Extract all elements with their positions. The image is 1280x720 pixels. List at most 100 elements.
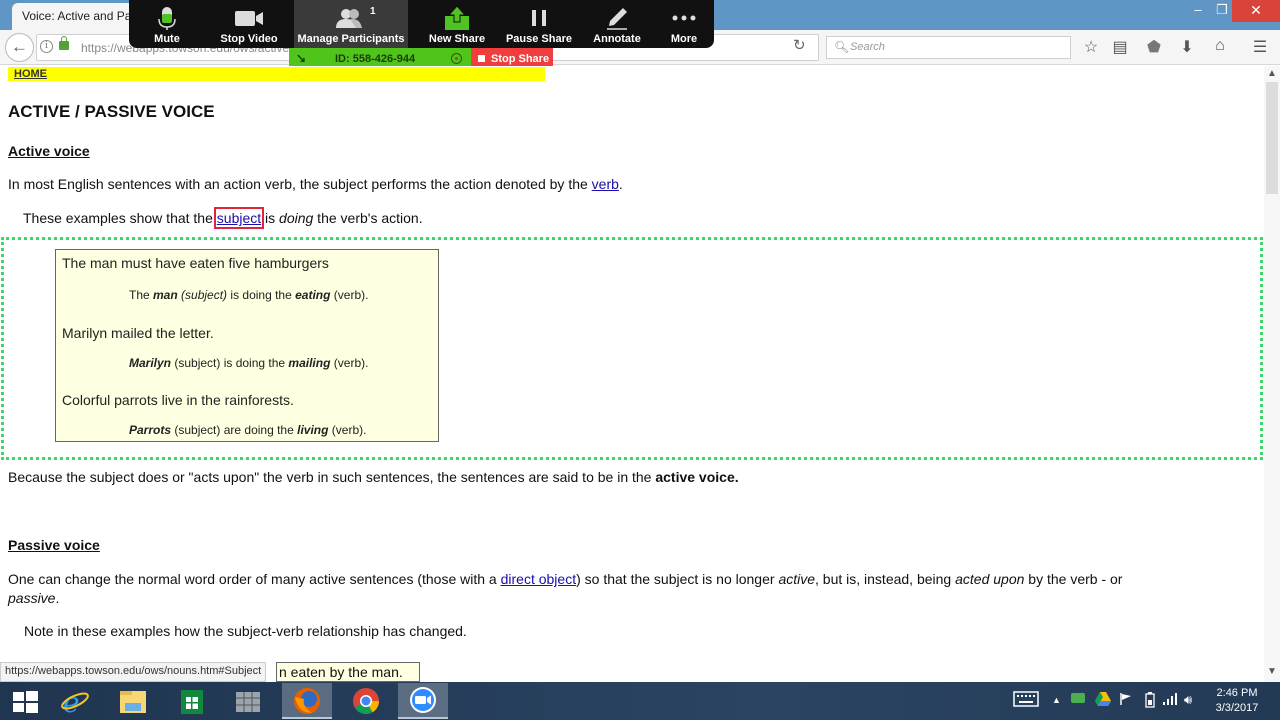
examples-intro-mid: is bbox=[261, 210, 280, 226]
annotate-button[interactable]: Annotate bbox=[587, 0, 647, 48]
show-hidden-icons-chevron-icon[interactable]: ▲ bbox=[1052, 695, 1061, 705]
microphone-icon bbox=[158, 7, 176, 30]
touch-keyboard-icon[interactable] bbox=[1013, 691, 1039, 710]
pause-icon bbox=[532, 10, 546, 26]
more-label: More bbox=[670, 33, 698, 45]
firefox-icon bbox=[294, 688, 320, 714]
svg-text:e: e bbox=[63, 686, 80, 719]
collapse-arrow-icon[interactable]: ↘ bbox=[296, 51, 306, 65]
note-subject-tag: (subject) bbox=[171, 423, 221, 437]
subject-link[interactable]: subject bbox=[213, 207, 265, 229]
taskbar-file-explorer[interactable] bbox=[108, 683, 158, 719]
new-share-label: New Share bbox=[428, 33, 486, 45]
example-note: Marilyn (subject) is doing the mailing (… bbox=[129, 356, 368, 370]
note-verb: living bbox=[297, 423, 329, 437]
share-upload-icon bbox=[445, 6, 469, 30]
windows-taskbar: e ▲ 🔊︎ 2:46 PM 3/3/2017 bbox=[0, 682, 1280, 720]
reload-icon[interactable]: ↻ bbox=[793, 36, 806, 54]
menu-icon[interactable]: ☰ bbox=[1250, 37, 1270, 57]
stop-video-button[interactable]: Stop Video bbox=[215, 0, 283, 48]
examples-intro-text: These examples show that the bbox=[23, 210, 217, 226]
volume-icon[interactable]: 🔊︎ bbox=[1184, 692, 1192, 708]
active-intro-paragraph: In most English sentences with an action… bbox=[8, 176, 623, 192]
reading-list-icon[interactable]: ▤ bbox=[1110, 37, 1130, 57]
pocket-icon[interactable]: ⬟ bbox=[1144, 37, 1164, 57]
ellipsis-icon bbox=[672, 15, 696, 21]
passive-intro-text: One can change the normal word order of … bbox=[8, 571, 501, 587]
taskbar-internet-explorer[interactable]: e bbox=[50, 683, 100, 719]
active-conclusion-paragraph: Because the subject does or "acts upon" … bbox=[8, 469, 739, 485]
examples-intro-paragraph: These examples show that the subject is … bbox=[23, 207, 423, 229]
close-button[interactable]: ✕ bbox=[1232, 0, 1280, 22]
link-status-url: https://webapps.towson.edu/ows/nouns.htm… bbox=[0, 662, 267, 682]
video-camera-icon bbox=[235, 11, 263, 26]
lock-icon bbox=[59, 36, 69, 50]
windows-logo-icon bbox=[13, 691, 38, 713]
tray-app-icon[interactable] bbox=[1071, 692, 1085, 707]
note-post: (verb). bbox=[328, 423, 367, 437]
scroll-down-arrow-icon[interactable]: ▼ bbox=[1264, 666, 1280, 680]
note-verb: mailing bbox=[288, 356, 331, 370]
example-note: The man (subject) is doing the eating (v… bbox=[129, 288, 368, 302]
info-icon[interactable]: i bbox=[40, 40, 53, 53]
stop-square-icon bbox=[478, 55, 485, 62]
passive-intro-text-3: , but is, instead, being bbox=[815, 571, 956, 587]
battery-icon[interactable] bbox=[1145, 692, 1155, 711]
action-center-flag-icon[interactable] bbox=[1119, 692, 1133, 709]
note-subject: man bbox=[153, 288, 178, 302]
chrome-icon bbox=[353, 688, 380, 715]
verb-link[interactable]: verb bbox=[592, 176, 619, 192]
passive-note-paragraph: Note in these examples how the subject-v… bbox=[24, 623, 467, 639]
active-voice-bold: active voice. bbox=[655, 469, 739, 485]
example-sentence: Colorful parrots live in the rainforests… bbox=[62, 392, 294, 408]
taskbar-chrome[interactable] bbox=[341, 683, 391, 719]
web-page-content: HOME ACTIVE / PASSIVE VOICE Active voice… bbox=[0, 66, 1264, 682]
note-subject: Marilyn bbox=[129, 356, 172, 370]
taskbar-firefox[interactable] bbox=[282, 683, 332, 719]
passive-intro-paragraph: One can change the normal word order of … bbox=[8, 571, 1122, 587]
annotate-label: Annotate bbox=[593, 33, 641, 45]
pause-share-button[interactable]: Pause Share bbox=[502, 0, 576, 48]
search-placeholder: Search bbox=[850, 41, 885, 53]
participants-count-badge: 1 bbox=[370, 6, 376, 17]
scrollbar-thumb[interactable] bbox=[1266, 82, 1278, 194]
system-clock[interactable]: 2:46 PM 3/3/2017 bbox=[1207, 686, 1267, 716]
vertical-scrollbar[interactable]: ▲ ▼ bbox=[1264, 66, 1280, 682]
active-intro-end: . bbox=[618, 176, 623, 192]
more-button[interactable]: More bbox=[659, 0, 709, 48]
download-icon[interactable]: ⬇ bbox=[1177, 37, 1197, 57]
back-button[interactable]: ← bbox=[5, 33, 34, 62]
internet-explorer-icon: e bbox=[61, 686, 89, 719]
scroll-up-arrow-icon[interactable]: ▲ bbox=[1264, 68, 1280, 82]
note-pre: The bbox=[129, 288, 154, 302]
passive-intro-text-4: by the verb - or bbox=[1024, 571, 1123, 587]
note-mid: is doing the bbox=[227, 288, 296, 302]
bookmark-star-icon[interactable]: ☆ bbox=[1081, 37, 1101, 57]
passive-example-box: n eaten by the man. bbox=[276, 662, 420, 682]
search-input[interactable]: 🔍︎ Search bbox=[826, 36, 1071, 59]
network-signal-icon[interactable] bbox=[1163, 692, 1177, 709]
note-mid: are doing the bbox=[220, 423, 298, 437]
new-share-button[interactable]: New Share bbox=[421, 0, 493, 48]
direct-object-link[interactable]: direct object bbox=[501, 571, 576, 587]
store-icon bbox=[181, 690, 203, 714]
note-mid: is doing the bbox=[220, 356, 289, 370]
note-subject-tag: (subject) bbox=[171, 356, 221, 370]
active-intro-text: In most English sentences with an action… bbox=[8, 176, 592, 192]
taskbar-zoom[interactable] bbox=[398, 683, 448, 719]
page-title: ACTIVE / PASSIVE VOICE bbox=[8, 102, 215, 121]
taskbar-app-grid[interactable] bbox=[222, 683, 272, 719]
home-link[interactable]: HOME bbox=[14, 68, 47, 80]
manage-participants-button[interactable]: 1 Manage Participants bbox=[294, 0, 408, 48]
passive-intro-continuation: passive. bbox=[8, 590, 59, 606]
active-conclusion-text: Because the subject does or "acts upon" … bbox=[8, 469, 656, 485]
examples-intro-end: the verb's action. bbox=[313, 210, 423, 226]
clock-date: 3/3/2017 bbox=[1215, 702, 1259, 714]
mute-button[interactable]: Mute bbox=[139, 0, 195, 48]
taskbar-store[interactable] bbox=[166, 683, 216, 719]
google-drive-icon[interactable] bbox=[1095, 692, 1111, 709]
start-button[interactable] bbox=[0, 683, 50, 719]
note-subject: Parrots bbox=[129, 423, 172, 437]
home-icon[interactable]: ⌂ bbox=[1210, 37, 1230, 55]
note-post: (verb). bbox=[330, 288, 369, 302]
